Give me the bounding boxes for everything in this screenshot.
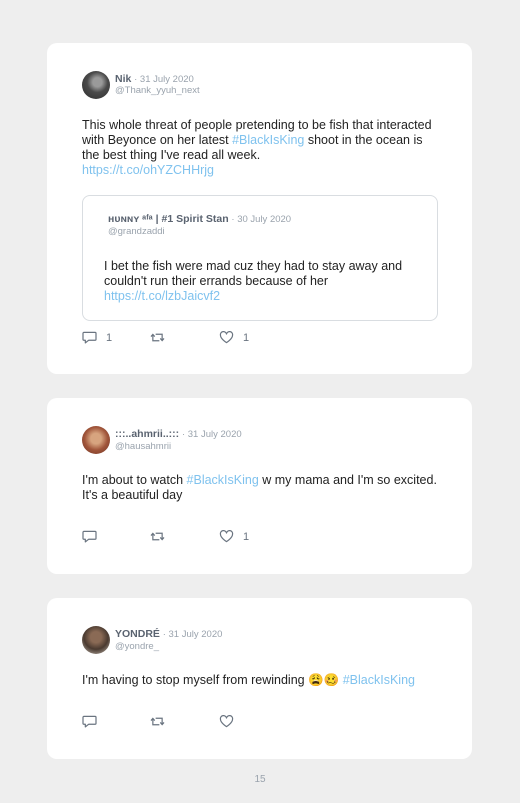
retweet-button[interactable] xyxy=(150,715,165,728)
like-icon xyxy=(219,715,234,728)
tweet-date: · 31 July 2020 xyxy=(162,629,223,640)
like-count: 1 xyxy=(243,530,250,543)
retweet-button[interactable] xyxy=(150,530,165,543)
retweet-icon xyxy=(150,715,165,728)
tweet-text: I'm having to stop myself from rewinding… xyxy=(82,673,442,688)
tweet-link[interactable]: https://t.co/ohYZCHHrjg xyxy=(82,163,214,177)
reply-count: 1 xyxy=(106,331,113,344)
like-button[interactable] xyxy=(219,715,234,728)
like-count: 1 xyxy=(243,331,250,344)
tweet-header: :::..ahmrii..::: · 31 July 2020 xyxy=(115,428,242,441)
author-name[interactable]: Nik xyxy=(115,73,131,85)
reply-icon xyxy=(82,715,97,728)
hashtag-link[interactable]: #BlackIsKing xyxy=(343,673,415,687)
tweet-date: · 31 July 2020 xyxy=(181,429,242,440)
author-name[interactable]: :::..ahmrii..::: xyxy=(115,428,179,440)
quoted-tweet[interactable]: ʜᴜɴɴʏ ᵃᶠᵃ | #1 Spirit Stan · 30 July 202… xyxy=(82,195,438,321)
quote-link[interactable]: https://t.co/lzbJaicvf2 xyxy=(104,289,220,303)
tweet-date: · 31 July 2020 xyxy=(134,74,194,85)
hashtag-link[interactable]: #BlackIsKing xyxy=(187,473,259,487)
reply-button[interactable]: 1 xyxy=(82,331,112,344)
retweet-icon xyxy=(150,331,165,344)
reply-button[interactable] xyxy=(82,530,97,543)
reply-icon xyxy=(82,331,97,344)
tweet-card: :::..ahmrii..::: · 31 July 2020 @hausahm… xyxy=(47,398,472,574)
quote-author-name[interactable]: ʜᴜɴɴʏ ᵃᶠᵃ | #1 Spirit Stan xyxy=(108,213,229,225)
avatar[interactable] xyxy=(82,626,110,654)
reply-icon xyxy=(82,530,97,543)
author-name[interactable]: YONDRÉ xyxy=(115,628,160,640)
hashtag-link[interactable]: #BlackIsKing xyxy=(232,133,304,147)
quote-header: ʜᴜɴɴʏ ᵃᶠᵃ | #1 Spirit Stan · 30 July 202… xyxy=(108,213,291,226)
avatar[interactable] xyxy=(82,71,110,99)
retweet-icon xyxy=(150,530,165,543)
tweet-card: Nik · 31 July 2020 @Thank_yyuh_next This… xyxy=(47,43,472,374)
quote-text-part: I bet the fish were mad cuz they had to … xyxy=(104,259,403,288)
tweet-header: YONDRÉ · 31 July 2020 xyxy=(115,628,222,641)
reply-button[interactable] xyxy=(82,715,97,728)
emoji: 😩🥴 xyxy=(308,673,340,687)
quote-text: I bet the fish were mad cuz they had to … xyxy=(104,259,424,304)
tweet-text-part: I'm about to watch xyxy=(82,473,187,487)
like-button[interactable]: 1 xyxy=(219,530,249,543)
avatar[interactable] xyxy=(82,426,110,454)
author-handle[interactable]: @hausahmrii xyxy=(115,441,171,453)
page-number: 15 xyxy=(254,774,266,785)
tweet-card: YONDRÉ · 31 July 2020 @yondre_ I'm havin… xyxy=(47,598,472,759)
tweet-text: This whole threat of people pretending t… xyxy=(82,118,442,178)
author-handle[interactable]: @yondre_ xyxy=(115,641,159,653)
quote-date: · 30 July 2020 xyxy=(231,214,292,225)
retweet-button[interactable] xyxy=(150,331,165,344)
tweet-text-part: I'm having to stop myself from rewinding xyxy=(82,673,309,687)
like-icon xyxy=(219,530,234,543)
like-button[interactable]: 1 xyxy=(219,331,249,344)
quote-author-handle[interactable]: @grandzaddi xyxy=(108,226,165,238)
tweet-text: I'm about to watch #BlackIsKing w my mam… xyxy=(82,473,442,503)
like-icon xyxy=(219,331,234,344)
author-handle[interactable]: @Thank_yyuh_next xyxy=(115,85,200,97)
